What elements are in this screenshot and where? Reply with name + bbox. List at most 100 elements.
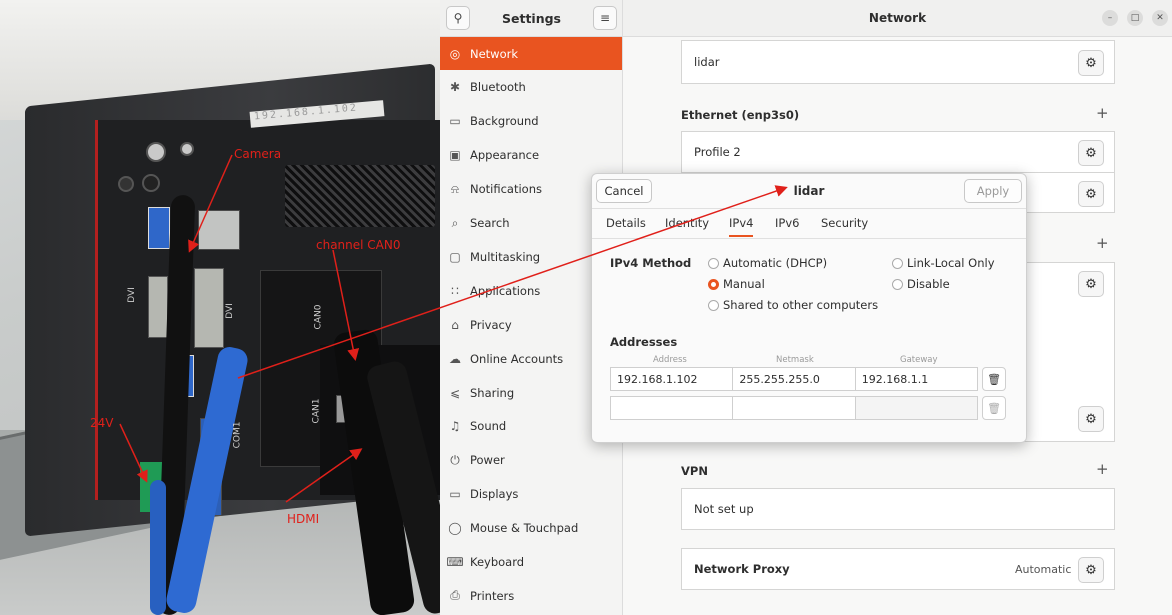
sidebar-item-power[interactable]: ⏻ Power	[440, 444, 622, 477]
add-ethernet-button[interactable]: +	[1096, 104, 1109, 122]
sidebar-item-label: Power	[470, 453, 505, 468]
tab-ipv4[interactable]: IPv4	[729, 216, 754, 237]
sidebar-item-label: Sharing	[470, 385, 515, 400]
cancel-button[interactable]: Cancel	[596, 179, 652, 203]
printer-icon: ⎙	[450, 588, 460, 603]
sidebar-item-appearance[interactable]: ▣ Appearance	[440, 139, 622, 172]
search-button[interactable]: ⚲	[446, 6, 470, 30]
power-icon: ⏻	[450, 452, 460, 467]
profile2-settings-button[interactable]: ⚙	[1078, 140, 1104, 166]
sidebar-item-label: Search	[470, 216, 510, 230]
sidebar-item-mouse-touchpad[interactable]: ◯ Mouse & Touchpad	[440, 512, 622, 545]
vpn-section-title: VPN	[681, 464, 708, 478]
photo-dvi-port	[148, 276, 168, 338]
appearance-icon: ▣	[449, 148, 461, 163]
method-manual-radio[interactable]: Manual	[708, 277, 765, 291]
tab-security[interactable]: Security	[821, 216, 868, 230]
dialog-tabs: Details Identity IPv4 IPv6 Security	[592, 210, 1026, 239]
netmask-input[interactable]: 255.255.255.0	[732, 367, 856, 391]
sidebar-item-label: Printers	[470, 588, 515, 603]
bell-icon: ⍾	[451, 181, 459, 196]
plus-icon: +	[1096, 234, 1109, 252]
radio-icon	[708, 299, 719, 311]
profile2-label: Profile 2	[694, 145, 741, 159]
sidebar-item-label: Background	[470, 114, 539, 129]
column-header-netmask: Netmask	[776, 355, 814, 365]
photo-vent-grille	[285, 165, 435, 227]
network-icon: ◎	[449, 46, 461, 61]
photo-usb-port	[148, 207, 170, 249]
apps-grid-icon: ∷	[451, 283, 459, 298]
sidebar-item-label: Keyboard	[470, 555, 525, 569]
method-link-local-radio[interactable]: Link-Local Only	[892, 256, 995, 270]
sidebar-item-displays[interactable]: ▭ Displays	[440, 478, 622, 511]
gateway-input-empty[interactable]	[854, 396, 979, 420]
sidebar-item-label: Displays	[470, 487, 519, 502]
address-input-empty[interactable]	[610, 396, 734, 420]
apply-button[interactable]: Apply	[964, 179, 1022, 203]
tab-ipv6[interactable]: IPv6	[775, 216, 799, 230]
method-automatic-label: Automatic (DHCP)	[723, 256, 828, 270]
netmask-input-empty[interactable]	[732, 396, 856, 420]
sidebar-item-keyboard[interactable]: ⌨ Keyboard	[440, 546, 622, 579]
sidebar-item-printers[interactable]: ⎙ Printers	[440, 579, 622, 612]
multitasking-icon: ▢	[449, 249, 461, 264]
address-row-empty: 🗑	[610, 396, 1006, 420]
photo-com1-label: COM1	[232, 421, 243, 449]
gateway-input[interactable]: 192.168.1.1	[854, 367, 979, 391]
display-icon: ▭	[449, 487, 461, 502]
sidebar-item-label: Online Accounts	[470, 351, 564, 366]
network-proxy-label: Network Proxy	[694, 562, 790, 576]
main-header: Network – □ ✕	[623, 0, 1172, 37]
connection-settings-button-2[interactable]: ⚙	[1078, 406, 1104, 432]
cloud-icon: ☁	[449, 351, 461, 366]
add-vpn-button[interactable]: +	[1096, 460, 1109, 478]
sidebar-item-background[interactable]: ▭ Background	[440, 105, 622, 138]
profile2-row[interactable]: Profile 2	[681, 131, 1115, 173]
search-icon: ⌕	[451, 215, 459, 230]
radio-icon	[892, 278, 903, 290]
connection-settings-button[interactable]: ⚙	[1078, 271, 1104, 297]
add-connection-button[interactable]: +	[1096, 234, 1109, 252]
annotation-camera: Camera	[234, 147, 282, 161]
vpn-row: Not set up	[681, 488, 1115, 530]
sidebar-item-label: Privacy	[470, 317, 512, 332]
lidar-settings-button[interactable]: ⚙	[1078, 50, 1104, 76]
maximize-button[interactable]: □	[1127, 10, 1143, 26]
sidebar-item-label: Multitasking	[470, 249, 541, 264]
method-shared-radio[interactable]: Shared to other computers	[708, 298, 878, 312]
photo-dvi-port-2	[194, 268, 224, 348]
method-automatic-radio[interactable]: Automatic (DHCP)	[708, 256, 827, 270]
delete-address-button-disabled[interactable]: 🗑	[982, 396, 1006, 420]
photo-audio-jack-2	[142, 174, 160, 192]
network-proxy-settings-button[interactable]: ⚙	[1078, 557, 1104, 583]
column-header-address: Address	[653, 355, 687, 365]
sidebar-item-network[interactable]: ◎ Network	[440, 37, 622, 70]
dialog-header: Cancel lidar Apply	[592, 174, 1026, 209]
address-input[interactable]: 192.168.1.102	[610, 367, 734, 391]
photo-can1-label: CAN1	[311, 398, 322, 424]
delete-address-button[interactable]: 🗑	[982, 367, 1006, 391]
gear-icon: ⚙	[1085, 145, 1097, 161]
dialog-title: lidar	[793, 184, 825, 198]
tab-details[interactable]: Details	[606, 216, 646, 230]
close-button[interactable]: ✕	[1152, 10, 1168, 26]
radio-checked-icon	[708, 278, 719, 290]
minimize-button[interactable]: –	[1102, 10, 1118, 26]
network-proxy-status: Automatic	[1015, 563, 1072, 576]
keyboard-icon: ⌨	[446, 555, 464, 569]
profile-settings-button[interactable]: ⚙	[1078, 181, 1104, 207]
photo-power-button	[146, 142, 166, 162]
plus-icon: +	[1096, 104, 1109, 122]
menu-button[interactable]: ≡	[592, 6, 617, 30]
method-disable-radio[interactable]: Disable	[892, 277, 950, 291]
hardware-photo: 192.168.1.102 DVI DVI CAN0 COM1 CAN1 Cam…	[0, 0, 440, 615]
lidar-connection-row[interactable]: lidar	[681, 40, 1115, 84]
maximize-icon: □	[1130, 13, 1140, 23]
sidebar-item-bluetooth[interactable]: ✱ Bluetooth	[440, 71, 622, 104]
gear-icon: ⚙	[1085, 55, 1097, 71]
sidebar-item-label: Bluetooth	[470, 80, 526, 95]
radio-icon	[708, 257, 719, 269]
photo-can0-label: CAN0	[313, 304, 324, 330]
lidar-connection-label: lidar	[694, 55, 720, 69]
